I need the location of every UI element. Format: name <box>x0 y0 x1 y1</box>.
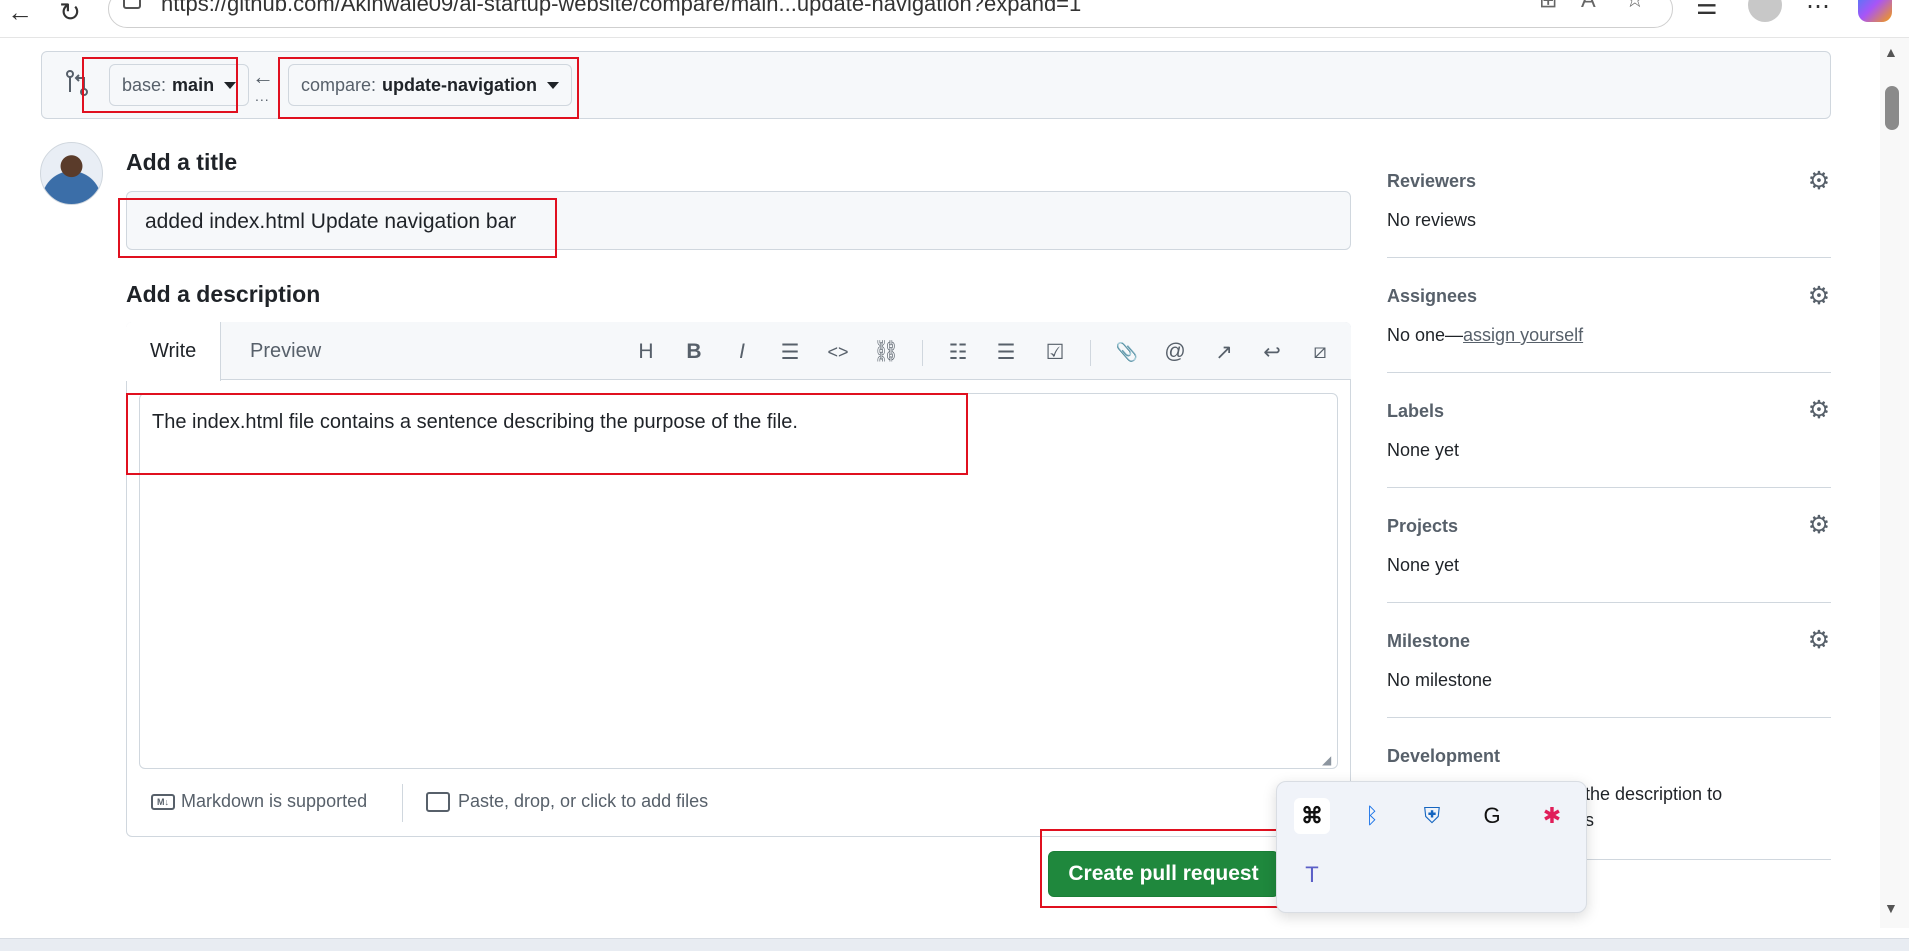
read-aloud-icon[interactable]: A <box>1581 0 1596 13</box>
tab-write[interactable]: Write <box>126 322 222 381</box>
scroll-down-arrow-icon[interactable]: ▼ <box>1884 900 1898 916</box>
code-icon[interactable]: <> <box>824 338 852 366</box>
address-bar[interactable]: https://github.com/Akinwale09/ai-startup… <box>108 0 1673 28</box>
development-label: Development <box>1387 746 1501 766</box>
taskbar-strip <box>0 938 1909 951</box>
projects-value: None yet <box>1387 555 1460 575</box>
description-textarea-value: The index.html file contains a sentence … <box>152 411 798 433</box>
heading-icon[interactable]: H <box>632 338 660 366</box>
caret-down-icon <box>224 81 237 89</box>
attach-note: Paste, drop, or click to add files <box>458 791 709 811</box>
milestone-value: No milestone <box>1387 670 1493 690</box>
base-branch-select[interactable]: base: main <box>109 64 250 106</box>
assign-yourself-link[interactable]: assign yourself <box>1463 325 1583 345</box>
grammarly-icon[interactable]: G <box>1474 798 1510 834</box>
favorite-star-icon[interactable]: ☆ <box>1625 0 1645 13</box>
reply-icon[interactable]: ↩ <box>1258 338 1286 366</box>
more-options-icon[interactable]: ⋯ <box>1806 0 1830 21</box>
resize-grip-icon[interactable]: ◢ <box>1322 753 1331 767</box>
site-info-icon[interactable] <box>123 0 141 9</box>
labels-gear-icon[interactable]: ⚙ <box>1806 396 1832 424</box>
swap-dots: ... <box>255 88 270 104</box>
sidebar-divider <box>1387 257 1831 258</box>
assignees-gear-icon[interactable]: ⚙ <box>1806 282 1832 310</box>
milestone-label[interactable]: Milestone <box>1387 631 1470 652</box>
caret-down-icon <box>547 81 560 89</box>
create-pull-request-button[interactable]: Create pull request <box>1048 851 1279 897</box>
toolbar-divider <box>1090 340 1091 366</box>
slack-icon[interactable]: ✱ <box>1534 798 1570 834</box>
assignees-label[interactable]: Assignees <box>1387 286 1477 307</box>
profile-avatar-icon[interactable] <box>1748 0 1782 22</box>
assignees-prefix: No one— <box>1387 325 1464 345</box>
footer-divider <box>402 784 403 822</box>
markdown-note: Markdown is supported <box>181 791 368 811</box>
projects-gear-icon[interactable]: ⚙ <box>1806 511 1832 539</box>
scrollbar-thumb[interactable] <box>1885 86 1899 130</box>
labels-value: None yet <box>1387 440 1460 460</box>
mention-icon[interactable]: @ <box>1161 338 1189 366</box>
compare-branch-name: update-navigation <box>382 74 538 95</box>
image-icon <box>426 791 450 812</box>
assignees-value: No one—assign yourself <box>1387 325 1583 346</box>
user-avatar[interactable] <box>40 142 103 205</box>
milestone-gear-icon[interactable]: ⚙ <box>1806 626 1832 654</box>
slash-command-icon[interactable]: ⧄ <box>1306 338 1334 366</box>
page-scrollbar[interactable] <box>1880 38 1909 928</box>
italic-icon[interactable]: I <box>728 338 756 366</box>
labels-label[interactable]: Labels <box>1387 401 1444 422</box>
app-icon[interactable]: ⌘ <box>1294 798 1330 834</box>
copilot-icon[interactable] <box>1858 0 1892 22</box>
favorites-icon[interactable]: ☰ <box>1696 0 1718 21</box>
sidebar-divider <box>1387 372 1831 373</box>
compare-branch-select[interactable]: compare: update-navigation <box>288 64 573 106</box>
development-text-line1: the description to <box>1585 784 1723 804</box>
link-icon[interactable]: ⛓ <box>872 338 900 366</box>
numbered-list-icon[interactable]: ☷ <box>944 338 972 366</box>
defender-warning-icon[interactable]: ⛨ <box>1414 798 1450 834</box>
base-branch-prefix: base: <box>122 74 167 95</box>
base-branch-name: main <box>172 74 215 95</box>
page: ← ↻ https://github.com/Akinwale09/ai-sta… <box>0 0 1909 951</box>
reviewers-value: No reviews <box>1387 210 1477 230</box>
teams-icon[interactable]: T <box>1294 857 1330 893</box>
title-input-value: added index.html Update navigation bar <box>145 210 517 233</box>
scroll-up-arrow-icon[interactable]: ▲ <box>1884 44 1898 60</box>
reviewers-label[interactable]: Reviewers <box>1387 171 1476 192</box>
tab-preview[interactable]: Preview <box>226 322 345 381</box>
description-heading: Add a description <box>126 281 321 307</box>
attach-files-button[interactable]: Paste, drop, or click to add files <box>426 791 708 812</box>
arrow-left-icon: ← <box>252 64 274 89</box>
toolbar-divider <box>922 340 923 366</box>
reviewers-gear-icon[interactable]: ⚙ <box>1806 167 1832 195</box>
sidebar-divider <box>1387 602 1831 603</box>
description-textarea[interactable] <box>139 393 1338 769</box>
reference-icon[interactable]: ↗ <box>1210 338 1238 366</box>
url-text: https://github.com/Akinwale09/ai-startup… <box>161 0 1082 16</box>
markdown-supported-link[interactable]: M↓ Markdown is supported <box>151 791 367 812</box>
projects-label[interactable]: Projects <box>1387 516 1458 537</box>
markdown-icon: M↓ <box>151 793 175 810</box>
sidebar-divider <box>1387 717 1831 718</box>
git-compare-icon <box>66 70 88 96</box>
system-tray-overflow: ⌘ ᛒ ⛨ G ✱ T <box>1276 781 1587 913</box>
browser-toolbar: ← ↻ https://github.com/Akinwale09/ai-sta… <box>0 0 1909 38</box>
attach-icon[interactable]: 📎 <box>1113 338 1141 366</box>
bold-icon[interactable]: B <box>680 338 708 366</box>
title-heading: Add a title <box>126 149 238 175</box>
task-list-icon[interactable]: ☑ <box>1041 338 1069 366</box>
bluetooth-icon[interactable]: ᛒ <box>1354 798 1390 834</box>
app-available-icon[interactable]: ⊞ <box>1539 0 1557 13</box>
unordered-list-icon[interactable]: ☰ <box>992 338 1020 366</box>
sidebar-divider <box>1387 487 1831 488</box>
back-icon[interactable]: ← <box>2 0 38 30</box>
quote-icon[interactable]: ☰ <box>776 338 804 366</box>
compare-branch-prefix: compare: <box>301 74 377 95</box>
reload-icon[interactable]: ↻ <box>52 0 88 30</box>
